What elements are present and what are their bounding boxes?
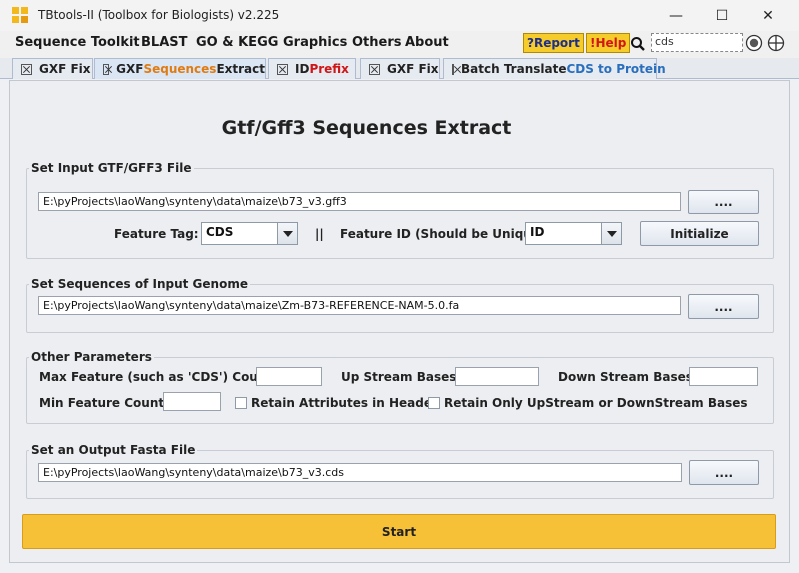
tab-id-prefix[interactable]: ID Prefix <box>268 58 356 79</box>
tab-close-icon[interactable] <box>103 63 110 75</box>
menu-go-kegg[interactable]: GO & KEGG <box>196 31 278 58</box>
tab-label: ID <box>295 62 310 76</box>
other-parameters-group <box>26 357 774 424</box>
page-title: Gtf/Gff3 Sequences Extract <box>221 117 512 139</box>
tab-batch-translate[interactable]: Batch Translate CDS to Protein <box>443 58 666 79</box>
downstream-input[interactable] <box>689 367 758 386</box>
output-group-title: Set an Output Fasta File <box>29 443 198 457</box>
feature-id-value: ID <box>530 225 545 239</box>
app-window: TBtools-II (Toolbox for Biologists) v2.2… <box>0 0 799 573</box>
chevron-down-icon[interactable] <box>277 223 297 244</box>
menu-others[interactable]: Others <box>352 31 402 58</box>
retain-updown-label: Retain Only UpStream or DownStream Bases <box>444 396 748 410</box>
tab-label-highlight: Sequences <box>143 62 217 76</box>
feature-tag-label: Feature Tag: <box>114 227 199 241</box>
tab-label-suffix: Extract <box>216 62 265 76</box>
retain-attributes-checkbox[interactable] <box>235 397 247 409</box>
output-browse-button[interactable]: .... <box>689 460 759 485</box>
start-button[interactable]: Start <box>22 514 776 549</box>
search-icon <box>631 37 645 51</box>
tab-label: GXF Fix <box>39 62 91 76</box>
record-icon[interactable] <box>745 34 763 52</box>
tab-label-highlight: Prefix <box>309 62 349 76</box>
genome-path-input[interactable]: E:\pyProjects\laoWang\synteny\data\maize… <box>38 296 681 315</box>
tab-close-icon[interactable] <box>21 63 32 75</box>
genome-group-title: Set Sequences of Input Genome <box>29 277 250 291</box>
help-button[interactable]: !Help <box>586 33 631 53</box>
min-feature-input[interactable] <box>163 392 221 411</box>
min-feature-label: Min Feature Counts: <box>39 396 177 410</box>
downstream-label: Down Stream Bases: <box>558 370 698 384</box>
separator-text: || <box>315 227 324 241</box>
tab-gxf-fix-2[interactable]: GXF Fix <box>360 58 440 79</box>
output-path-input[interactable]: E:\pyProjects\laoWang\synteny\data\maize… <box>38 463 682 482</box>
app-logo-icon <box>12 7 28 23</box>
maximize-button[interactable]: ☐ <box>699 0 745 31</box>
grid-layout-icon[interactable] <box>767 34 785 52</box>
feature-id-select[interactable]: ID <box>525 222 622 245</box>
menu-blast[interactable]: BLAST <box>141 31 187 58</box>
chevron-down-icon[interactable] <box>601 223 621 244</box>
upstream-input[interactable] <box>455 367 539 386</box>
menu-graphics[interactable]: Graphics <box>283 31 347 58</box>
genome-browse-button[interactable]: .... <box>688 294 759 319</box>
max-feature-input[interactable] <box>256 367 322 386</box>
max-feature-label: Max Feature (such as 'CDS') Counts: <box>39 370 285 384</box>
feature-tag-select[interactable]: CDS <box>201 222 298 245</box>
window-title: TBtools-II (Toolbox for Biologists) v2.2… <box>38 8 280 22</box>
retain-updown-checkbox[interactable] <box>428 397 440 409</box>
close-button[interactable]: ✕ <box>745 0 791 31</box>
feature-id-label: Feature ID (Should be Unique!): <box>340 227 556 241</box>
retain-attributes-label: Retain Attributes in Header <box>251 396 438 410</box>
params-group-title: Other Parameters <box>29 350 154 364</box>
tab-gxf-sequences-extract[interactable]: GXF Sequences Extract <box>94 58 266 79</box>
report-button[interactable]: ?Report <box>523 33 584 53</box>
tab-label: Batch Translate <box>461 62 567 76</box>
minimize-button[interactable]: — <box>653 0 699 31</box>
tab-close-icon[interactable] <box>369 63 380 75</box>
search-input[interactable]: cds <box>651 33 743 52</box>
initialize-button[interactable]: Initialize <box>640 221 759 246</box>
upstream-label: Up Stream Bases: <box>341 370 462 384</box>
tab-close-icon[interactable] <box>277 63 288 75</box>
feature-tag-value: CDS <box>206 225 234 239</box>
gff-path-input[interactable]: E:\pyProjects\laoWang\synteny\data\maize… <box>38 192 681 211</box>
tab-close-icon[interactable] <box>452 63 454 75</box>
tab-gxf-fix[interactable]: GXF Fix <box>12 58 93 79</box>
tab-label: GXF <box>116 62 144 76</box>
tab-label-highlight: CDS to Protein <box>566 62 666 76</box>
tab-label: GXF Fix <box>387 62 439 76</box>
gff-group-title: Set Input GTF/GFF3 File <box>29 161 194 175</box>
menu-about[interactable]: About <box>405 31 449 58</box>
menu-sequence-toolkit[interactable]: Sequence Toolkit <box>15 31 140 58</box>
gff-browse-button[interactable]: .... <box>688 190 759 214</box>
